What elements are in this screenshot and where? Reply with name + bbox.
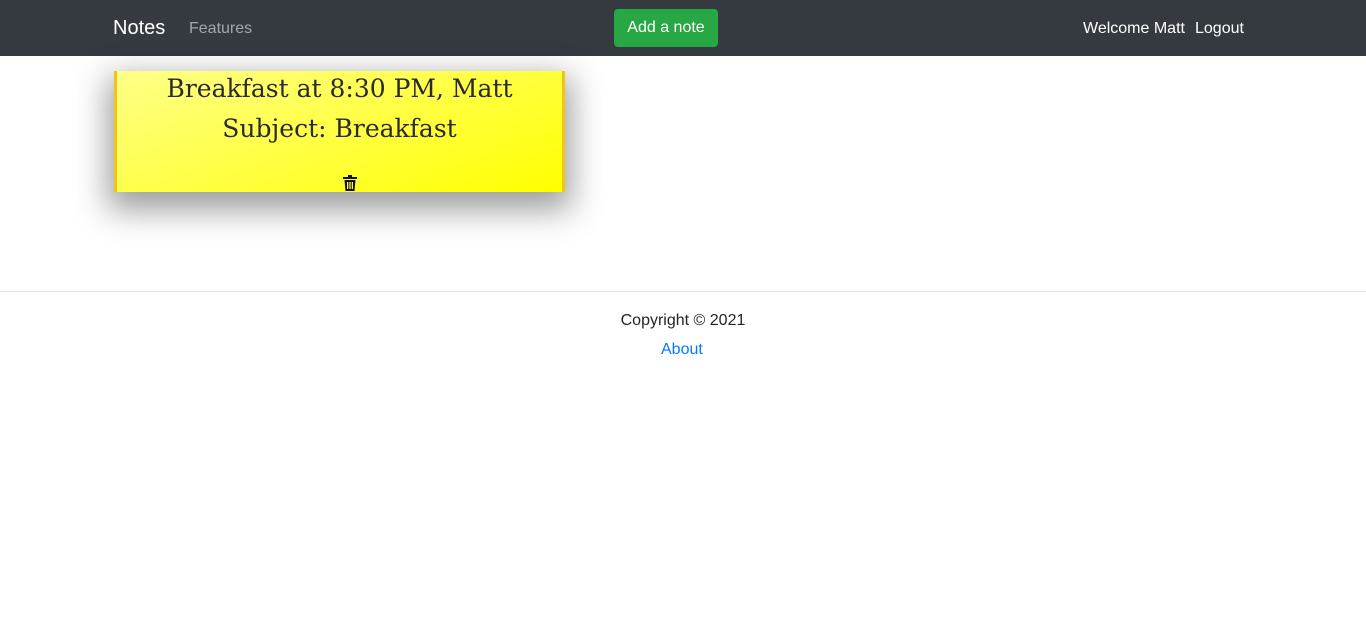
sticky-note: Breakfast at 8:30 PM, Matt Subject: Brea… — [114, 71, 565, 192]
features-link[interactable]: Features — [189, 19, 252, 39]
add-note-button[interactable]: Add a note — [614, 9, 718, 47]
welcome-text: Welcome Matt — [1083, 20, 1185, 37]
note-title: Breakfast at 8:30 PM, Matt — [166, 74, 513, 103]
note-subject: Subject: Breakfast — [222, 114, 457, 143]
brand-link[interactable]: Notes — [113, 16, 165, 40]
footer-divider — [0, 291, 1366, 292]
top-navbar: Notes Features Add a note Welcome Matt L… — [0, 0, 1366, 56]
logout-link[interactable]: Logout — [1195, 19, 1244, 39]
trash-icon[interactable] — [343, 175, 357, 191]
about-link[interactable]: About — [661, 340, 703, 360]
copyright-text: Copyright © 2021 — [620, 312, 746, 329]
